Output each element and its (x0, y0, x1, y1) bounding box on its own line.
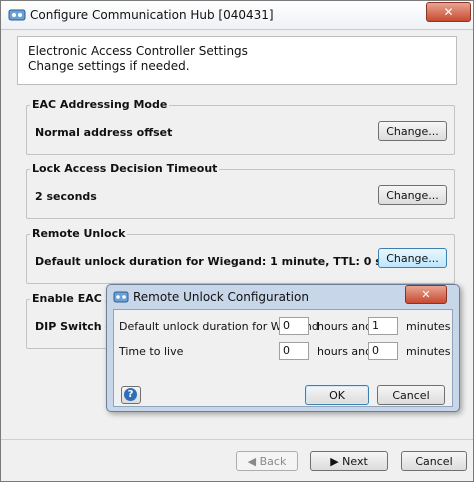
dialog-title: Remote Unlock Configuration (133, 290, 309, 304)
group-lock-access-timeout: Lock Access Decision Timeout 2 seconds C… (26, 162, 455, 219)
group-label: EAC Addressing Mode (30, 98, 170, 111)
chevron-left-icon: ◀ (247, 455, 257, 468)
ttl-hours-input[interactable]: 0 (279, 342, 309, 360)
dialog-body: Default unlock duration for Wiegand 0 ho… (113, 309, 453, 407)
back-label: Back (259, 455, 287, 468)
next-button[interactable]: ▶ Next (310, 451, 388, 471)
group-eac-addressing-mode: EAC Addressing Mode Normal address offse… (26, 98, 455, 155)
group-label: Remote Unlock (30, 227, 128, 240)
settings-subtitle: Change settings if needed. (28, 59, 190, 73)
time-to-live-label: Time to live (119, 345, 184, 358)
title-bar: Configure Communication Hub [040431] ✕ (1, 1, 473, 30)
unlock-duration-minutes-input[interactable]: 1 (368, 317, 398, 335)
group-value: Default unlock duration for Wiegand: 1 m… (35, 255, 426, 268)
help-icon: ? (124, 388, 137, 401)
back-button[interactable]: ◀ Back (236, 451, 298, 471)
minutes-label: minutes (406, 320, 451, 333)
settings-header: Electronic Access Controller Settings Ch… (17, 36, 457, 85)
ttl-minutes-input[interactable]: 0 (368, 342, 398, 360)
group-label: Lock Access Decision Timeout (30, 162, 220, 175)
window-close-button[interactable]: ✕ (426, 2, 471, 22)
hub-icon (8, 9, 26, 21)
dialog-cancel-button[interactable]: Cancel (377, 385, 445, 405)
remote-unlock-dialog: Remote Unlock Configuration ✕ Default un… (106, 284, 460, 412)
chevron-right-icon: ▶ (330, 455, 339, 468)
footer-divider (1, 439, 473, 440)
group-value: Normal address offset (35, 126, 173, 139)
dialog-close-button[interactable]: ✕ (405, 285, 447, 304)
unlock-duration-hours-input[interactable]: 0 (279, 317, 309, 335)
help-button[interactable]: ? (121, 386, 141, 404)
cancel-button[interactable]: Cancel (401, 451, 467, 471)
hub-icon (113, 291, 129, 303)
minutes-label: minutes (406, 345, 451, 358)
next-label: Next (342, 455, 368, 468)
change-remote-unlock-button[interactable]: Change... (378, 248, 447, 268)
hours-and-label: hours and (317, 320, 373, 333)
window-title: Configure Communication Hub [040431] (30, 8, 274, 22)
settings-title: Electronic Access Controller Settings (28, 44, 248, 58)
change-addressing-mode-button[interactable]: Change... (378, 121, 447, 141)
hours-and-label: hours and (317, 345, 373, 358)
ok-button[interactable]: OK (305, 385, 369, 405)
group-remote-unlock: Remote Unlock Default unlock duration fo… (26, 227, 455, 284)
change-timeout-button[interactable]: Change... (378, 185, 447, 205)
group-value: 2 seconds (35, 190, 97, 203)
